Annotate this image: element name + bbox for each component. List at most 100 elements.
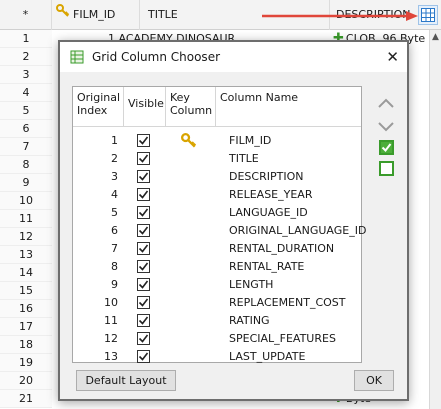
header-key-column[interactable]: Key Column	[166, 87, 216, 127]
dialog-title: Grid Column Chooser	[92, 50, 221, 64]
row-number[interactable]: 13	[0, 246, 52, 264]
row-number[interactable]: 17	[0, 318, 52, 336]
row-number[interactable]: 9	[0, 174, 52, 192]
row-number[interactable]: 12	[0, 228, 52, 246]
original-index: 9	[111, 278, 118, 291]
visible-checkbox[interactable]	[137, 242, 150, 255]
column-name: LENGTH	[229, 278, 274, 291]
original-index: 1	[111, 134, 118, 147]
row-number[interactable]: 1	[0, 30, 52, 48]
check-all-icon[interactable]	[378, 140, 394, 155]
column-name: LANGUAGE_ID	[229, 206, 308, 219]
header-original-index[interactable]: Original Index	[73, 87, 124, 127]
table-row[interactable]: 9 LENGTH	[73, 276, 361, 294]
table-row[interactable]: 7 RENTAL_DURATION	[73, 240, 361, 258]
column-name: RATING	[229, 314, 270, 327]
row-number[interactable]: 5	[0, 102, 52, 120]
visible-checkbox[interactable]	[137, 224, 150, 237]
side-toolbar	[375, 92, 397, 176]
original-index: 11	[104, 314, 118, 327]
visible-checkbox[interactable]	[137, 260, 150, 273]
column-name: DESCRIPTION	[229, 170, 304, 183]
original-index: 3	[111, 170, 118, 183]
visible-checkbox[interactable]	[137, 206, 150, 219]
column-name: TITLE	[229, 152, 259, 165]
column-name: ORIGINAL_LANGUAGE_ID	[229, 224, 367, 237]
table-row[interactable]: 4 RELEASE_YEAR	[73, 186, 361, 204]
original-index: 13	[104, 350, 118, 363]
column-name: RENTAL_DURATION	[229, 242, 335, 255]
default-layout-button[interactable]: Default Layout	[76, 370, 176, 391]
row-number[interactable]: 15	[0, 282, 52, 300]
row-number[interactable]: 8	[0, 156, 52, 174]
visible-checkbox[interactable]	[137, 314, 150, 327]
row-number[interactable]: 3	[0, 66, 52, 84]
table-row[interactable]: 12 SPECIAL_FEATURES	[73, 330, 361, 348]
table-row[interactable]: 13 LAST_UPDATE	[73, 348, 361, 366]
visible-checkbox[interactable]	[137, 152, 150, 165]
table-row[interactable]: 8 RENTAL_RATE	[73, 258, 361, 276]
original-index: 2	[111, 152, 118, 165]
row-number[interactable]: 7	[0, 138, 52, 156]
header-visible[interactable]: Visible	[124, 87, 166, 127]
row-number[interactable]: 14	[0, 264, 52, 282]
ok-button[interactable]: OK	[354, 370, 394, 391]
column-chooser-icon	[70, 50, 84, 67]
original-index: 7	[111, 242, 118, 255]
row-number[interactable]: 2	[0, 48, 52, 66]
column-name: LAST_UPDATE	[229, 350, 306, 363]
column-name: SPECIAL_FEATURES	[229, 332, 336, 345]
visible-checkbox[interactable]	[137, 296, 150, 309]
table-row[interactable]: 2 TITLE	[73, 150, 361, 168]
original-index: 4	[111, 188, 118, 201]
column-name: RELEASE_YEAR	[229, 188, 313, 201]
column-name: REPLACEMENT_COST	[229, 296, 346, 309]
row-number-column: 1 2 3 4 5 6 7 8 9 10 11 12 13 14 15 16 17 18 19 20 21	[0, 30, 52, 408]
column-header-film-id[interactable]: FILM_ID	[52, 0, 140, 30]
header-column-name[interactable]: Column Name	[216, 87, 361, 127]
table-row[interactable]: 5 LANGUAGE_ID	[73, 204, 361, 222]
move-down-icon[interactable]	[375, 116, 397, 138]
original-index: 8	[111, 260, 118, 273]
row-number[interactable]: 21	[0, 390, 52, 408]
row-number[interactable]: 18	[0, 336, 52, 354]
row-number[interactable]: 6	[0, 120, 52, 138]
table-row[interactable]: 11 RATING	[73, 312, 361, 330]
grid-header: * FILM_ID TITLE DESCRIPTION	[0, 0, 441, 30]
column-chooser-button[interactable]	[418, 5, 438, 25]
visible-checkbox[interactable]	[137, 350, 150, 363]
table-row[interactable]: 1 FILM_ID	[73, 132, 361, 150]
visible-checkbox[interactable]	[137, 170, 150, 183]
visible-checkbox[interactable]	[137, 134, 150, 147]
pointer-arrow-icon	[262, 11, 418, 21]
grid-icon	[421, 8, 435, 22]
row-number[interactable]: 4	[0, 84, 52, 102]
row-marker-header: *	[0, 0, 52, 30]
table-row[interactable]: 3 DESCRIPTION	[73, 168, 361, 186]
original-index: 6	[111, 224, 118, 237]
key-icon	[56, 0, 70, 30]
move-up-icon[interactable]	[375, 92, 397, 114]
row-number[interactable]: 10	[0, 192, 52, 210]
row-number[interactable]: 19	[0, 354, 52, 372]
row-number[interactable]: 16	[0, 300, 52, 318]
original-index: 12	[104, 332, 118, 345]
original-index: 10	[104, 296, 118, 309]
table-row[interactable]: 6 ORIGINAL_LANGUAGE_ID	[73, 222, 366, 240]
column-table: Original Index Visible Key Column Column…	[72, 86, 366, 366]
grid-scrollbar[interactable]: ▲	[429, 30, 441, 409]
visible-checkbox[interactable]	[137, 188, 150, 201]
column-header-label: FILM_ID	[73, 8, 116, 21]
uncheck-all-icon[interactable]	[378, 161, 394, 176]
visible-checkbox[interactable]	[137, 278, 150, 291]
original-index: 5	[111, 206, 118, 219]
grid-column-chooser-dialog: Grid Column Chooser ✕ Original Index Vis…	[58, 40, 409, 401]
row-number[interactable]: 11	[0, 210, 52, 228]
column-name: FILM_ID	[229, 134, 272, 147]
row-number[interactable]: 20	[0, 372, 52, 390]
close-icon[interactable]: ✕	[386, 42, 399, 72]
table-row[interactable]: 10 REPLACEMENT_COST	[73, 294, 361, 312]
scroll-up-icon[interactable]: ▲	[432, 32, 439, 42]
column-name: RENTAL_RATE	[229, 260, 305, 273]
visible-checkbox[interactable]	[137, 332, 150, 345]
